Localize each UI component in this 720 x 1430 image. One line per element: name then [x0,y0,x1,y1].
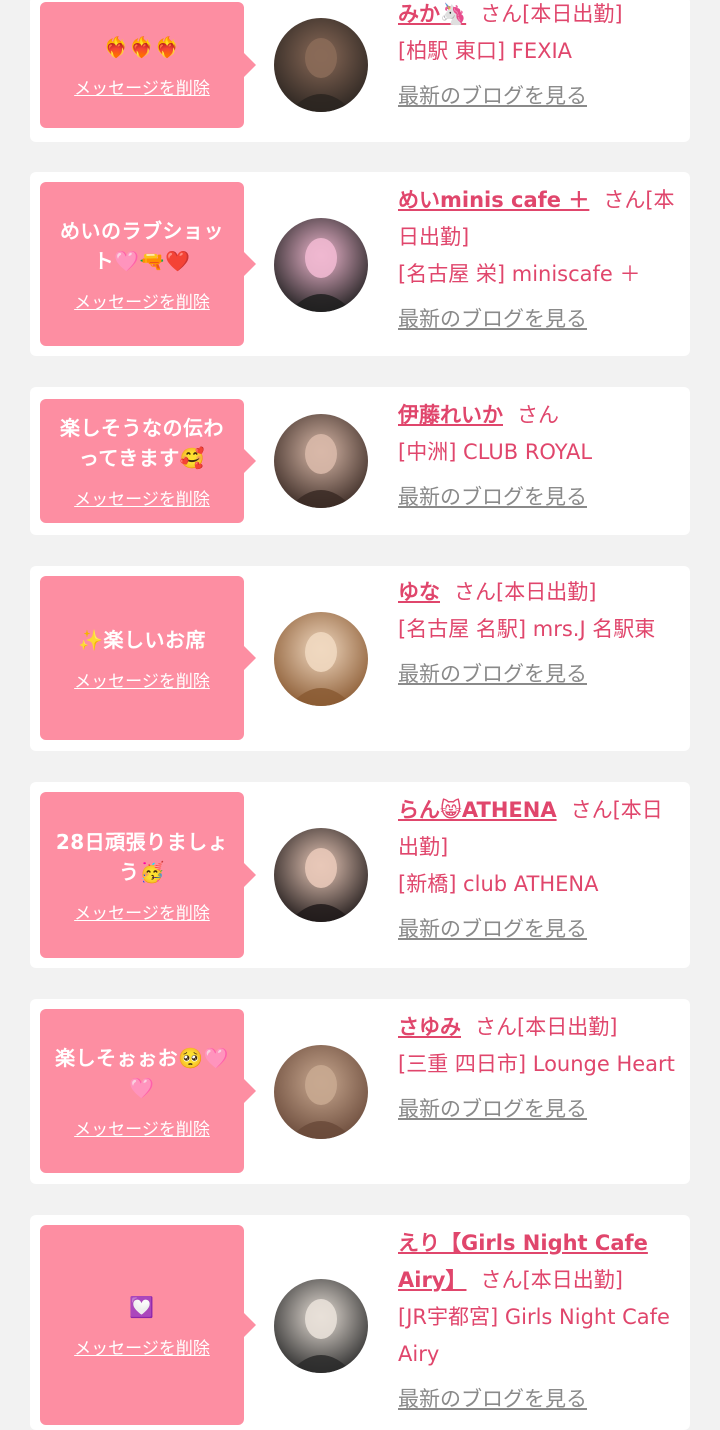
avatar-photo-icon [274,1045,368,1139]
honorific: さん [570,798,613,822]
message-text: 楽しそぉぉお🥺🩷🩷 [55,1045,229,1100]
cast-name-link[interactable]: らん😸ATHENA [398,798,557,822]
shop-label: [三重 四日市] Lounge Heart [398,1052,675,1076]
avatar[interactable] [274,1279,368,1373]
delete-message-link[interactable]: メッセージを削除 [74,667,210,692]
honorific: さん [603,188,646,212]
status-label: [本日出勤] [522,2,623,26]
avatar[interactable] [274,414,368,508]
name-line: さゆみ さん[本日出勤] [398,1009,678,1046]
delete-message-link[interactable]: メッセージを削除 [74,1334,210,1359]
message-bubble: めいのラブショット🩷🔫❤️ メッセージを削除 [40,182,256,346]
delete-message-link[interactable]: メッセージを削除 [74,485,210,510]
honorific: さん [517,403,559,427]
honorific: さん [480,2,523,26]
honorific: さん [454,580,496,604]
message-card: 楽しそぉぉお🥺🩷🩷 メッセージを削除 さゆみ さん[本日出勤] [三重 四日市]… [30,999,690,1184]
message-bubble: ❤️‍🔥❤️‍🔥❤️‍🔥 メッセージを削除 [40,2,256,128]
avatar[interactable] [274,828,368,922]
avatar[interactable] [274,218,368,312]
honorific: さん [480,1268,523,1292]
status-label: [本日出勤] [517,1015,618,1039]
avatar-photo-icon [274,1279,368,1373]
name-line: らん😸ATHENA さん[本日出勤] [398,792,678,866]
message-card: 楽しそうなの伝わってきます🥰 メッセージを削除 伊藤れいか さん [中洲] CL… [30,387,690,535]
latest-blog-link[interactable]: 最新のブログを見る [398,301,587,338]
name-line: みか🦄 さん[本日出勤] [398,0,678,33]
honorific: さん [475,1015,517,1039]
status-label: [本日出勤] [496,580,597,604]
cast-info: らん😸ATHENA さん[本日出勤] [新橋] club ATHENA 最新のブロ… [398,792,678,948]
message-bubble: 28日頑張りましょう🥳 メッセージを削除 [40,792,256,958]
avatar-photo-icon [274,218,368,312]
cast-name-link[interactable]: めいminis cafe ＋ [398,188,589,212]
shop-label: [JR宇都宮] Girls Night Cafe Airy [398,1305,670,1366]
cast-info: さゆみ さん[本日出勤] [三重 四日市] Lounge Heart 最新のブログ… [398,1009,678,1128]
latest-blog-link[interactable]: 最新のブログを見る [398,1091,587,1128]
latest-blog-link[interactable]: 最新のブログを見る [398,911,587,948]
shop-label: [柏駅 東口] FEXIA [398,39,573,63]
avatar[interactable] [274,18,368,112]
latest-blog-link[interactable]: 最新のブログを見る [398,479,587,516]
message-card: 28日頑張りましょう🥳 メッセージを削除 らん😸ATHENAさん[本日出勤] [30,782,690,968]
name-line: えり【Girls Night Cafe Airy】 さん[本日出勤] [398,1225,678,1299]
shop-label: [名古屋 名駅] mrs.J 名駅東 [398,617,656,641]
message-bubble: 楽しそうなの伝わってきます🥰 メッセージを削除 [40,399,256,523]
message-card: ❤️‍🔥❤️‍🔥❤️‍🔥 メッセージを削除 みか🦄さん[本日出勤] [ [30,0,690,142]
cast-name-link[interactable]: ゆな [398,580,440,604]
cast-info: 伊藤れいか さん [中洲] CLUB ROYAL 最新のブログを見る [398,397,678,516]
message-text: ❤️‍🔥❤️‍🔥❤️‍🔥 [103,34,181,59]
cast-info: めいminis cafe ＋さん[本日出勤] [名古屋 栄] miniscafe… [398,182,678,338]
status-label: [本日出勤] [522,1268,623,1292]
message-text: めいのラブショット🩷🔫❤️ [60,218,224,273]
shop-label: [中洲] CLUB ROYAL [398,440,593,464]
name-line: 伊藤れいか さん [398,397,678,434]
latest-blog-link[interactable]: 最新のブログを見る [398,656,587,693]
delete-message-link[interactable]: メッセージを削除 [74,1115,210,1140]
message-bubble: ✨楽しいお席 メッセージを削除 [40,576,256,740]
cast-name-link[interactable]: 伊藤れいか [398,403,503,427]
message-bubble: 楽しそぉぉお🥺🩷🩷 メッセージを削除 [40,1009,256,1173]
message-bubble: 💟 メッセージを削除 [40,1225,256,1425]
message-text: ✨楽しいお席 [78,627,206,652]
name-line: めいminis cafe ＋さん[本日出勤] [398,182,678,256]
delete-message-link[interactable]: メッセージを削除 [74,899,210,924]
message-card: ✨楽しいお席 メッセージを削除 ゆなさん[本日出勤] [名古屋 名駅] mrs [30,566,690,751]
delete-message-link[interactable]: メッセージを削除 [74,288,210,313]
cast-info: ゆな さん[本日出勤] [名古屋 名駅] mrs.J 名駅東 最新のブログを見る [398,574,678,693]
message-text: 楽しそうなの伝わってきます🥰 [60,415,224,470]
cast-name-link[interactable]: みか🦄 [398,2,466,26]
cast-info: えり【Girls Night Cafe Airy】 さん[本日出勤] [JR宇都宮… [398,1225,678,1418]
shop-label: [新橋] club ATHENA [398,872,599,896]
latest-blog-link[interactable]: 最新のブログを見る [398,1381,587,1418]
cast-name-link[interactable]: さゆみ [398,1015,461,1039]
delete-message-link[interactable]: メッセージを削除 [74,74,210,99]
avatar-photo-icon [274,414,368,508]
latest-blog-link[interactable]: 最新のブログを見る [398,78,587,115]
avatar[interactable] [274,1045,368,1139]
avatar[interactable] [274,612,368,706]
cast-info: みか🦄 さん[本日出勤] [柏駅 東口] FEXIA 最新のブログを見る [398,0,678,115]
avatar-photo-icon [274,828,368,922]
name-line: ゆな さん[本日出勤] [398,574,678,611]
shop-label: [名古屋 栄] miniscafe ＋ [398,262,641,286]
avatar-photo-icon [274,18,368,112]
message-text: 💟 [129,1294,155,1319]
avatar-photo-icon [274,612,368,706]
message-card: めいのラブショット🩷🔫❤️ メッセージを削除 めいminis cafe ＋ さん [… [30,172,690,356]
message-card: 💟 メッセージを削除 えり【Girls Night Cafe Airy】 さん[本… [30,1215,690,1430]
message-text: 28日頑張りましょう🥳 [55,829,229,884]
